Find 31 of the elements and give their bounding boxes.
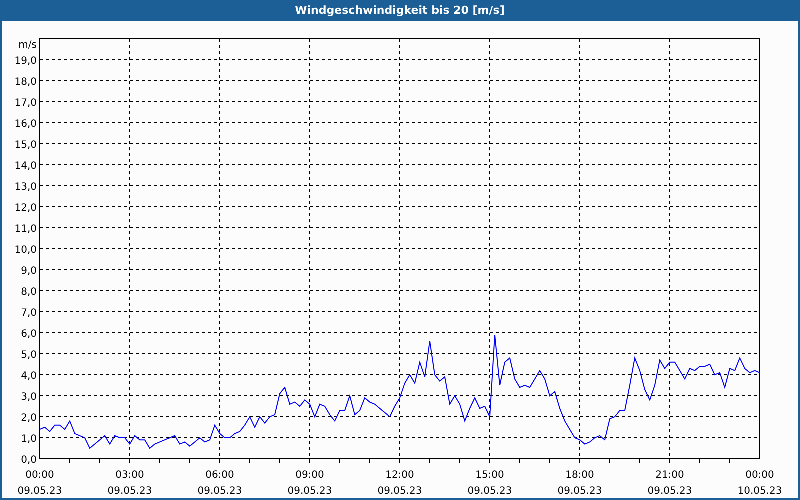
x-tick-label: 21:00 09.05.23 [648, 470, 692, 497]
x-tick-label: 03:00 09.05.23 [108, 470, 152, 497]
y-tick-label: 7,0 [21, 308, 37, 319]
x-tick-label: 15:00 09.05.23 [468, 470, 512, 497]
y-tick-label: 1,0 [21, 434, 37, 445]
x-tick-label: 18:00 09.05.23 [558, 470, 602, 497]
y-tick-label: 19,0 [14, 56, 37, 67]
y-tick-label: 9,0 [21, 266, 37, 277]
x-tick-label: 12:00 09.05.23 [378, 470, 422, 497]
y-tick-label: 11,0 [14, 224, 37, 235]
y-tick-label: 14,0 [14, 161, 37, 172]
y-tick-label: 3,0 [21, 392, 37, 403]
y-tick-label: 12,0 [14, 203, 37, 214]
y-tick-label: 16,0 [14, 119, 37, 130]
y-tick-label: 10,0 [14, 245, 37, 256]
y-tick-label: 0,0 [21, 455, 37, 466]
y-tick-label: 17,0 [14, 98, 37, 109]
y-tick-label: 4,0 [21, 371, 37, 382]
x-tick-label: 00:00 09.05.23 [18, 470, 62, 497]
x-tick-label: 09:00 09.05.23 [288, 470, 332, 497]
y-tick-label: 5,0 [21, 350, 37, 361]
chart-title: Windgeschwindigkeit bis 20 [m/s] [295, 4, 505, 17]
y-tick-label: 18,0 [14, 77, 37, 88]
y-tick-label: 2,0 [21, 413, 37, 424]
y-tick-label: 6,0 [21, 329, 37, 340]
x-tick-label: 00:00 10.05.23 [738, 470, 782, 497]
y-tick-label: 13,0 [14, 182, 37, 193]
y-axis-label: m/s [18, 40, 37, 51]
x-tick-label: 06:00 09.05.23 [198, 470, 242, 497]
y-tick-label: 8,0 [21, 287, 37, 298]
y-tick-label: 15,0 [14, 140, 37, 151]
